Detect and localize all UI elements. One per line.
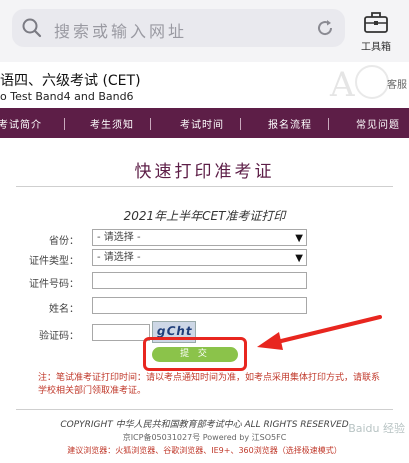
refresh-icon[interactable] (315, 18, 335, 38)
toolbox-button[interactable]: 工具箱 (354, 6, 398, 56)
captcha-input[interactable] (92, 324, 150, 341)
divider (16, 186, 393, 187)
page-title: 快速打印准考证 (134, 162, 275, 182)
site-title: 语四、六级考试 (CET) (0, 73, 141, 89)
toolbox-label: 工具箱 (361, 42, 391, 53)
id-type-selected-value: - 请选择 - (97, 252, 141, 263)
toolbox-icon (364, 12, 388, 33)
captcha-label: 验证码： (39, 331, 79, 342)
province-label: 省份： (49, 236, 79, 247)
address-search-bar[interactable]: 搜索或输入网址 (12, 9, 345, 47)
main-nav: 考试简介 考生须知 考试时间 报名流程 常见问题 (0, 108, 409, 138)
notice-text: 注：笔试准考证打印时间：请以考点通知时间为准，如考点采用集体打印方式，请联系学校… (38, 373, 381, 396)
footer-divider (16, 409, 393, 410)
site-subtitle: o Test Band4 and Band6 (0, 90, 134, 103)
nav-item-exam-time[interactable]: 考试时间 (180, 116, 224, 131)
name-label: 姓名： (49, 304, 79, 315)
id-number-row: 证件号码： (0, 272, 409, 292)
svg-text:A: A (329, 65, 355, 105)
nav-divider (328, 118, 329, 130)
nav-divider (150, 118, 151, 130)
id-number-input[interactable] (92, 272, 307, 289)
chevron-down-icon: ▼ (295, 233, 303, 244)
captcha-text: gCht (155, 324, 194, 338)
id-number-label: 证件号码： (29, 279, 79, 290)
form-title: 2021年上半年CET准考证打印 (123, 209, 286, 223)
site-header: A 语四、六级考试 (CET) o Test Band4 and Band6 客… (0, 62, 409, 108)
submit-button[interactable]: 提 交 (152, 347, 238, 362)
footer-browser-tip: 建议浏览器：火狐浏览器、谷歌浏览器、IE9+、360浏览器（选择极速模式） (67, 446, 342, 455)
search-icon (22, 18, 42, 38)
id-type-row: 证件类型： - 请选择 - ▼ (0, 249, 409, 269)
browser-top-bar: 搜索或输入网址 工具箱 (0, 0, 409, 62)
nav-divider (64, 118, 65, 130)
header-decoration-image: A (329, 65, 389, 105)
id-type-label: 证件类型： (29, 256, 79, 267)
nav-item-registration[interactable]: 报名流程 (268, 116, 312, 131)
province-selected-value: - 请选择 - (97, 232, 141, 243)
red-arrow-annotation (257, 315, 382, 350)
submit-highlight-box: 提 交 (143, 337, 247, 371)
chevron-down-icon: ▼ (295, 253, 303, 264)
nav-divider (240, 118, 241, 130)
search-placeholder: 搜索或输入网址 (54, 22, 188, 41)
province-select[interactable]: - 请选择 - ▼ (92, 229, 307, 246)
header-right-link[interactable]: 客服 (387, 76, 407, 91)
watermark-logo: Baidu 经验 (348, 422, 405, 435)
nav-item-candidate-notes[interactable]: 考生须知 (90, 116, 134, 131)
province-row: 省份： - 请选择 - ▼ (0, 229, 409, 249)
id-type-select[interactable]: - 请选择 - ▼ (92, 249, 307, 266)
nav-item-faq[interactable]: 常见问题 (356, 116, 400, 131)
nav-item-exam-intro[interactable]: 考试简介 (0, 116, 42, 131)
